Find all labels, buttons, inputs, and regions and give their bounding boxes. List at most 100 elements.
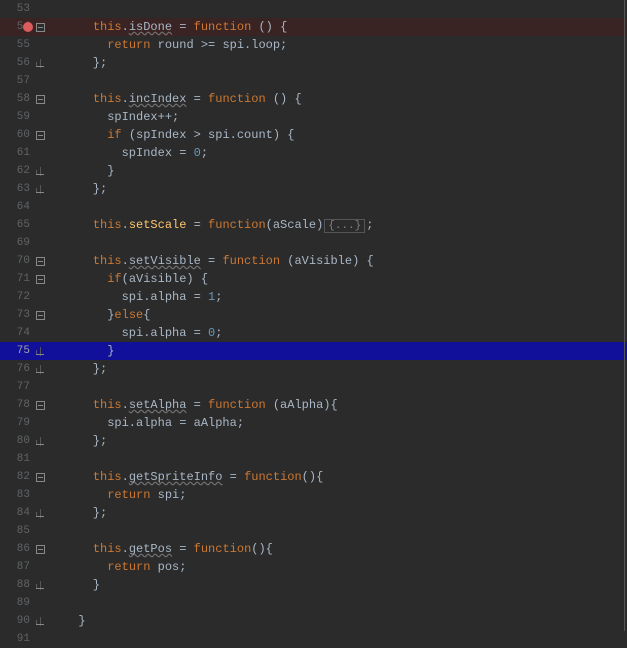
line-number[interactable]: 62 bbox=[0, 162, 36, 180]
fold-open-icon[interactable] bbox=[36, 401, 45, 410]
code-line[interactable]: 86 this.getPos = function(){ bbox=[0, 540, 627, 558]
line-number[interactable]: 64 bbox=[0, 198, 36, 216]
line-number[interactable]: 74 bbox=[0, 324, 36, 342]
line-number[interactable]: 79 bbox=[0, 414, 36, 432]
code-text[interactable]: }else{ bbox=[64, 306, 627, 324]
code-text[interactable]: } bbox=[64, 612, 627, 630]
code-line[interactable]: 60 if (spIndex > spi.count) { bbox=[0, 126, 627, 144]
code-line[interactable]: 79 spi.alpha = aAlpha; bbox=[0, 414, 627, 432]
fold-open-icon[interactable] bbox=[36, 545, 45, 554]
code-line[interactable]: 58 this.incIndex = function () { bbox=[0, 90, 627, 108]
code-text[interactable]: spi.alpha = 1; bbox=[64, 288, 627, 306]
code-line[interactable]: 63 }; bbox=[0, 180, 627, 198]
line-number[interactable]: 58 bbox=[0, 90, 36, 108]
code-text[interactable] bbox=[64, 450, 627, 468]
line-number[interactable]: 60 bbox=[0, 126, 36, 144]
code-line[interactable]: 84 }; bbox=[0, 504, 627, 522]
code-line[interactable]: 73 }else{ bbox=[0, 306, 627, 324]
code-line[interactable]: 57 bbox=[0, 72, 627, 90]
line-number[interactable]: 84 bbox=[0, 504, 36, 522]
code-line[interactable]: 78 this.setAlpha = function (aAlpha){ bbox=[0, 396, 627, 414]
line-number[interactable]: 61 bbox=[0, 144, 36, 162]
code-text[interactable]: this.isDone = function () { bbox=[64, 18, 627, 36]
code-line[interactable]: 56 }; bbox=[0, 54, 627, 72]
code-line[interactable]: 74 spi.alpha = 0; bbox=[0, 324, 627, 342]
line-number[interactable]: 89 bbox=[0, 594, 36, 612]
code-line[interactable]: 53 bbox=[0, 0, 627, 18]
code-text[interactable]: return pos; bbox=[64, 558, 627, 576]
code-text[interactable]: } bbox=[64, 342, 627, 360]
line-number[interactable]: 71 bbox=[0, 270, 36, 288]
fold-open-icon[interactable] bbox=[36, 131, 45, 140]
code-text[interactable]: spIndex = 0; bbox=[64, 144, 627, 162]
code-text[interactable]: this.incIndex = function () { bbox=[64, 90, 627, 108]
code-text[interactable]: } bbox=[64, 576, 627, 594]
code-text[interactable]: this.setAlpha = function (aAlpha){ bbox=[64, 396, 627, 414]
line-number[interactable]: 69 bbox=[0, 234, 36, 252]
code-text[interactable]: }; bbox=[64, 54, 627, 72]
line-number[interactable]: 86 bbox=[0, 540, 36, 558]
code-line[interactable]: 70 this.setVisible = function (aVisible)… bbox=[0, 252, 627, 270]
code-line[interactable]: 54 this.isDone = function () { bbox=[0, 18, 627, 36]
code-line[interactable]: 55 return round >= spi.loop; bbox=[0, 36, 627, 54]
code-line[interactable]: 89 bbox=[0, 594, 627, 612]
code-line[interactable]: 83 return spi; bbox=[0, 486, 627, 504]
code-text[interactable] bbox=[64, 522, 627, 540]
code-text[interactable] bbox=[64, 72, 627, 90]
code-text[interactable]: return spi; bbox=[64, 486, 627, 504]
code-line[interactable]: 71 if(aVisible) { bbox=[0, 270, 627, 288]
code-editor[interactable]: 53 54 this.isDone = function () {55 retu… bbox=[0, 0, 627, 631]
code-line[interactable]: 69 bbox=[0, 234, 627, 252]
line-number[interactable]: 73 bbox=[0, 306, 36, 324]
line-number[interactable]: 59 bbox=[0, 108, 36, 126]
line-number[interactable]: 90 bbox=[0, 612, 36, 630]
code-line[interactable]: 75 } bbox=[0, 342, 627, 360]
code-line[interactable]: 72 spi.alpha = 1; bbox=[0, 288, 627, 306]
code-line[interactable]: 76 }; bbox=[0, 360, 627, 378]
code-line[interactable]: 88 } bbox=[0, 576, 627, 594]
code-line[interactable]: 80 }; bbox=[0, 432, 627, 450]
code-line[interactable]: 82 this.getSpriteInfo = function(){ bbox=[0, 468, 627, 486]
code-text[interactable] bbox=[64, 198, 627, 216]
code-text[interactable] bbox=[64, 594, 627, 612]
line-number[interactable]: 56 bbox=[0, 54, 36, 72]
code-line[interactable]: 87 return pos; bbox=[0, 558, 627, 576]
code-line[interactable]: 91 bbox=[0, 630, 627, 648]
code-line[interactable]: 62 } bbox=[0, 162, 627, 180]
fold-open-icon[interactable] bbox=[36, 473, 45, 482]
line-number[interactable]: 81 bbox=[0, 450, 36, 468]
code-line[interactable]: 59 spIndex++; bbox=[0, 108, 627, 126]
code-line[interactable]: 61 spIndex = 0; bbox=[0, 144, 627, 162]
code-text[interactable]: return round >= spi.loop; bbox=[64, 36, 627, 54]
code-text[interactable]: if(aVisible) { bbox=[64, 270, 627, 288]
fold-open-icon[interactable] bbox=[36, 257, 45, 266]
code-text[interactable]: }; bbox=[64, 180, 627, 198]
code-line[interactable]: 65 this.setScale = function(aScale){...}… bbox=[0, 216, 627, 234]
line-number[interactable]: 80 bbox=[0, 432, 36, 450]
code-text[interactable]: } bbox=[64, 162, 627, 180]
line-number[interactable]: 55 bbox=[0, 36, 36, 54]
code-line[interactable]: 81 bbox=[0, 450, 627, 468]
code-line[interactable]: 64 bbox=[0, 198, 627, 216]
line-number[interactable]: 87 bbox=[0, 558, 36, 576]
line-number[interactable]: 57 bbox=[0, 72, 36, 90]
code-text[interactable]: }; bbox=[64, 504, 627, 522]
line-number[interactable]: 75 bbox=[0, 342, 36, 360]
fold-open-icon[interactable] bbox=[36, 95, 45, 104]
line-number[interactable]: 88 bbox=[0, 576, 36, 594]
code-text[interactable]: spi.alpha = aAlpha; bbox=[64, 414, 627, 432]
code-text[interactable]: spi.alpha = 0; bbox=[64, 324, 627, 342]
code-text[interactable]: this.setScale = function(aScale){...}; bbox=[64, 216, 627, 235]
breakpoint-icon[interactable] bbox=[23, 22, 33, 32]
code-text[interactable]: this.getPos = function(){ bbox=[64, 540, 627, 558]
line-number[interactable]: 72 bbox=[0, 288, 36, 306]
code-text[interactable] bbox=[64, 234, 627, 252]
line-number[interactable]: 65 bbox=[0, 216, 36, 234]
code-line[interactable]: 85 bbox=[0, 522, 627, 540]
code-text[interactable]: }; bbox=[64, 360, 627, 378]
line-number[interactable]: 77 bbox=[0, 378, 36, 396]
fold-open-icon[interactable] bbox=[36, 275, 45, 284]
fold-open-icon[interactable] bbox=[36, 23, 45, 32]
line-number[interactable]: 78 bbox=[0, 396, 36, 414]
fold-open-icon[interactable] bbox=[36, 311, 45, 320]
